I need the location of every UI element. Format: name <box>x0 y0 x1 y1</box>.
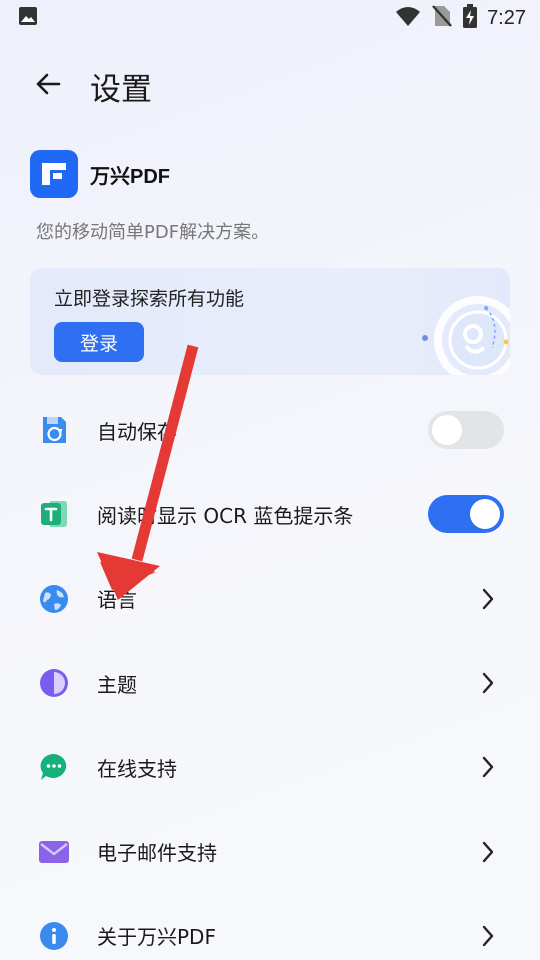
ocr-hint-toggle[interactable] <box>428 495 504 534</box>
setting-email-support[interactable]: 电子邮件支持 <box>0 809 540 893</box>
setting-online-support[interactable]: 在线支持 <box>0 725 540 809</box>
setting-label: 语言 <box>97 588 137 613</box>
status-time: 7:27 <box>487 6 526 29</box>
app-tagline: 您的移动简单PDF解决方案。 <box>36 222 270 243</box>
setting-about[interactable]: 关于万兴PDF <box>0 894 540 960</box>
ocr-text-icon <box>38 498 70 530</box>
info-icon <box>38 920 70 952</box>
setting-language[interactable]: 语言 <box>0 557 540 641</box>
setting-label: 在线支持 <box>97 756 177 781</box>
battery-charging-icon <box>463 4 478 32</box>
setting-label: 自动保存 <box>97 419 177 444</box>
chat-icon <box>38 751 70 783</box>
chevron-right-icon <box>482 757 494 778</box>
header: 设置 <box>0 56 540 116</box>
login-button[interactable]: 登录 <box>54 322 144 362</box>
image-notification-icon <box>18 6 38 30</box>
arrow-left-icon <box>34 70 62 102</box>
setting-theme[interactable]: 主题 <box>0 641 540 725</box>
brand: 万兴PDF <box>30 150 170 198</box>
setting-auto-save[interactable]: 自动保存 <box>0 388 540 472</box>
login-illustration-icon <box>422 296 510 375</box>
setting-label: 关于万兴PDF <box>97 925 216 950</box>
page-title: 设置 <box>90 71 152 108</box>
globe-icon <box>38 583 70 615</box>
chevron-right-icon <box>482 925 494 947</box>
mail-icon <box>38 836 70 868</box>
login-prompt: 立即登录探索所有功能 <box>54 288 245 310</box>
status-bar: 7:27 <box>0 0 540 36</box>
wifi-icon <box>395 5 421 31</box>
setting-label: 电子邮件支持 <box>97 841 217 866</box>
theme-icon <box>38 667 70 699</box>
no-sim-icon <box>431 4 453 32</box>
setting-label: 主题 <box>97 672 137 697</box>
chevron-right-icon <box>482 672 494 694</box>
auto-save-icon <box>38 414 70 446</box>
back-button[interactable] <box>18 56 78 116</box>
app-logo-icon <box>30 150 78 198</box>
setting-ocr-hint[interactable]: 阅读时显示 OCR 蓝色提示条 <box>0 472 540 556</box>
chevron-right-icon <box>482 588 494 609</box>
chevron-right-icon <box>482 841 494 862</box>
auto-save-toggle[interactable] <box>428 411 504 450</box>
login-card: 立即登录探索所有功能 登录 <box>30 268 510 375</box>
app-name: 万兴PDF <box>90 165 170 188</box>
setting-label: 阅读时显示 OCR 蓝色提示条 <box>97 503 354 528</box>
settings-list: 自动保存 阅读时显示 OCR 蓝色提示条 语言 主题 在线支持 电子邮件支持 关… <box>0 388 540 960</box>
